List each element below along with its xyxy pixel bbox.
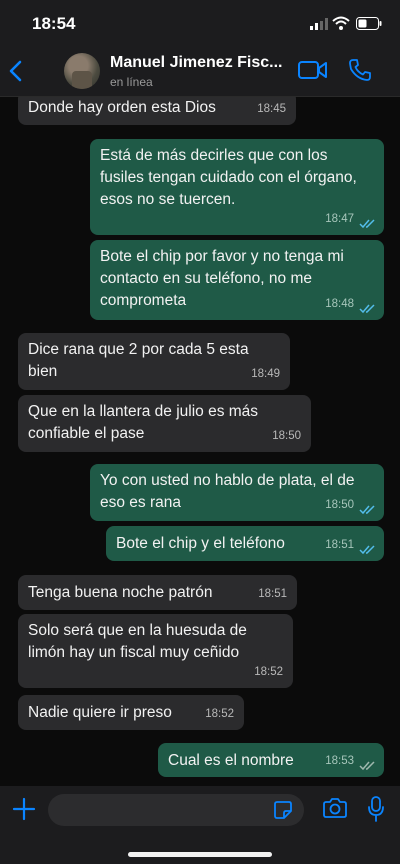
message-outgoing[interactable]: Yo con usted no hablo de plata, el de es… bbox=[90, 464, 384, 521]
message-time: 18:52 bbox=[205, 708, 234, 720]
wifi-icon bbox=[332, 16, 350, 30]
message-incoming[interactable]: Solo será que en la huesuda de limón hay… bbox=[18, 614, 293, 688]
message-time: 18:50 bbox=[272, 430, 301, 442]
sticker-icon[interactable] bbox=[272, 799, 294, 821]
home-indicator bbox=[128, 852, 272, 857]
message-time: 18:51 bbox=[258, 588, 287, 600]
microphone-icon[interactable] bbox=[366, 795, 386, 823]
back-chevron-icon[interactable] bbox=[6, 56, 26, 86]
plus-icon[interactable] bbox=[11, 796, 37, 822]
status-bar: 18:54 bbox=[0, 0, 400, 46]
message-outgoing[interactable]: Cual es el nombre 18:53 bbox=[158, 743, 384, 777]
message-outgoing[interactable]: Bote el chip por favor y no tenga mi con… bbox=[90, 240, 384, 320]
battery-icon bbox=[356, 17, 382, 30]
message-incoming[interactable]: Dice rana que 2 por cada 5 esta bien 18:… bbox=[18, 333, 290, 390]
message-text: Que en la llantera de julio es más confi… bbox=[28, 403, 259, 442]
message-outgoing[interactable]: Está de más decirles que con los fusiles… bbox=[90, 139, 384, 235]
message-text: Está de más decirles que con los fusiles… bbox=[100, 147, 357, 208]
message-incoming[interactable]: Tenga buena noche patrón 18:51 bbox=[18, 575, 297, 610]
message-list[interactable]: Donde hay orden esta Dios 18:45 Está de … bbox=[0, 97, 400, 786]
message-text: Dice rana que 2 por cada 5 esta bien bbox=[28, 341, 249, 380]
message-time: 18:53 bbox=[325, 755, 354, 767]
status-time: 18:54 bbox=[32, 14, 76, 33]
chat-header: Manuel Jimenez Fisc... en línea bbox=[0, 46, 400, 97]
message-incoming[interactable]: Que en la llantera de julio es más confi… bbox=[18, 395, 311, 452]
contact-avatar[interactable] bbox=[64, 53, 100, 89]
message-time: 18:50 bbox=[325, 499, 354, 511]
phone-call-icon[interactable] bbox=[348, 58, 372, 82]
read-ticks-icon bbox=[359, 545, 375, 555]
message-outgoing[interactable]: Bote el chip y el teléfono 18:51 bbox=[106, 526, 384, 561]
message-text: Bote el chip y el teléfono bbox=[116, 535, 285, 552]
message-text: Tenga buena noche patrón bbox=[28, 584, 213, 601]
message-text: Donde hay orden esta Dios bbox=[28, 99, 216, 116]
message-time: 18:45 bbox=[257, 103, 286, 115]
message-incoming[interactable]: Nadie quiere ir preso 18:52 bbox=[18, 695, 244, 730]
message-input[interactable] bbox=[48, 794, 304, 826]
contact-status: en línea bbox=[110, 75, 153, 89]
message-text: Yo con usted no hablo de plata, el de es… bbox=[100, 472, 355, 511]
message-time: 18:49 bbox=[251, 368, 280, 380]
cellular-signal-icon bbox=[310, 18, 328, 30]
message-time: 18:51 bbox=[325, 539, 354, 551]
message-text: Solo será que en la huesuda de limón hay… bbox=[28, 622, 247, 661]
camera-icon[interactable] bbox=[322, 797, 348, 819]
composer-bar bbox=[0, 786, 400, 864]
message-text: Cual es el nombre bbox=[168, 752, 294, 769]
message-time: 18:48 bbox=[325, 298, 354, 310]
read-ticks-icon bbox=[359, 304, 375, 314]
message-time: 18:47 bbox=[325, 213, 354, 225]
message-incoming[interactable]: Donde hay orden esta Dios 18:45 bbox=[18, 97, 296, 125]
read-ticks-icon bbox=[359, 505, 375, 515]
video-call-icon[interactable] bbox=[298, 60, 328, 80]
message-text: Nadie quiere ir preso bbox=[28, 704, 172, 721]
delivered-ticks-icon bbox=[359, 761, 375, 771]
contact-name[interactable]: Manuel Jimenez Fisc... bbox=[110, 54, 283, 72]
message-time: 18:52 bbox=[254, 666, 283, 678]
read-ticks-icon bbox=[359, 219, 375, 229]
message-text: Bote el chip por favor y no tenga mi con… bbox=[100, 248, 344, 309]
